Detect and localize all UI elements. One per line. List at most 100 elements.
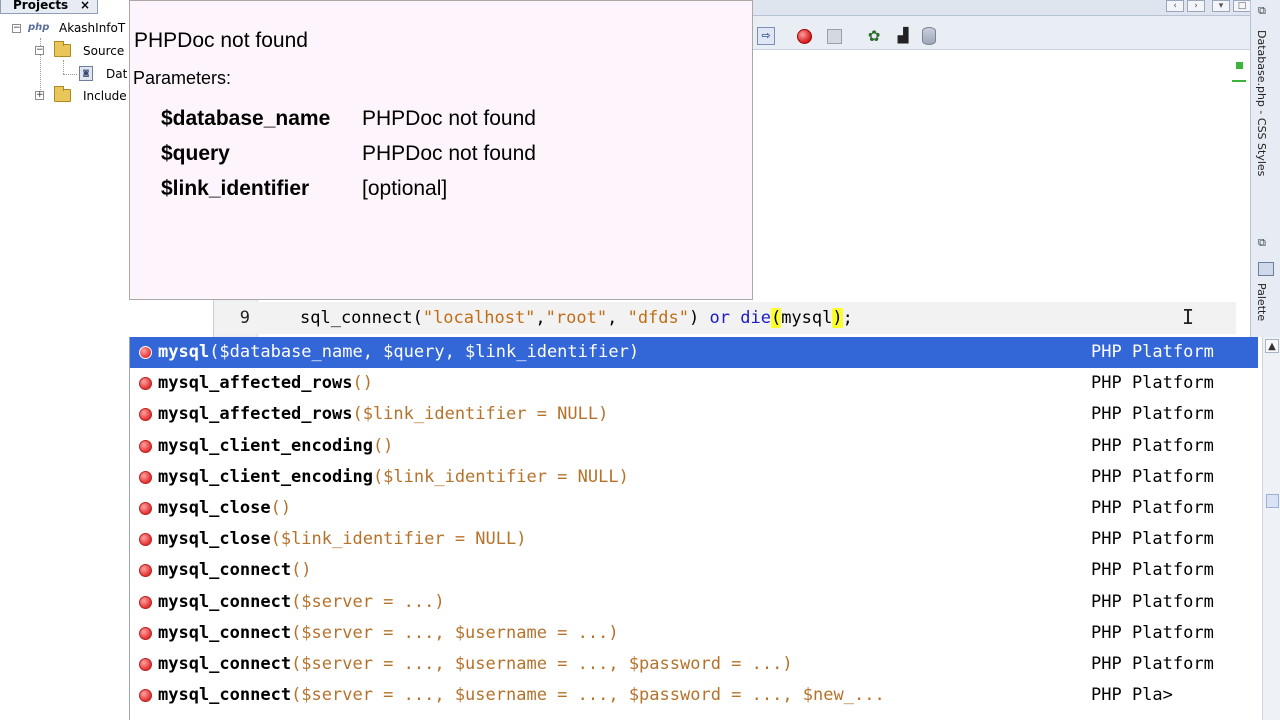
bracket-match: ( bbox=[770, 308, 782, 328]
completion-signature: mysql_close() bbox=[158, 493, 291, 524]
completion-params: ($link_identifier = NULL) bbox=[352, 404, 609, 425]
param-name: $database_name bbox=[161, 107, 331, 130]
completion-item[interactable]: mysql_connect($server = ..., $username =… bbox=[130, 649, 1258, 680]
tree-line bbox=[63, 60, 64, 74]
pixel-icon[interactable]: ▟ bbox=[894, 27, 912, 45]
completion-item[interactable]: mysql_client_encoding() PHP Platform bbox=[130, 431, 1258, 462]
completion-function-name: mysql_connect bbox=[158, 654, 292, 674]
completion-params: ($server = ..., $username = ...) bbox=[291, 622, 619, 643]
completion-item[interactable]: mysql($database_name, $query, $link_iden… bbox=[130, 337, 1258, 368]
error-stripe-marker[interactable] bbox=[1232, 80, 1246, 82]
completion-params: () bbox=[291, 560, 312, 581]
completion-signature: mysql_close($link_identifier = NULL) bbox=[158, 524, 526, 555]
completion-function-name: mysql_client_encoding bbox=[158, 435, 373, 456]
completion-item[interactable]: mysql_affected_rows() PHP Platform bbox=[130, 368, 1258, 399]
code-token: ) bbox=[689, 308, 710, 328]
tab-list-icon[interactable]: ▾ bbox=[1212, 0, 1230, 12]
completion-signature: mysql_connect($server = ..., $username =… bbox=[158, 649, 793, 680]
scroll-right-icon[interactable]: › bbox=[1187, 0, 1205, 12]
completion-signature: mysql_connect() bbox=[158, 555, 312, 586]
maximize-icon[interactable]: □ bbox=[1233, 0, 1251, 12]
code-token: , bbox=[535, 308, 546, 328]
tree-item-label: Dat bbox=[106, 67, 128, 81]
param-name: $query bbox=[161, 142, 230, 165]
projects-tab[interactable]: Projects × bbox=[0, 0, 98, 14]
function-icon bbox=[139, 377, 152, 391]
record-icon[interactable] bbox=[797, 29, 812, 44]
navigator-tab[interactable]: Database.php - CSS Styles bbox=[1255, 30, 1268, 176]
doc-title: PHPDoc not found bbox=[134, 29, 308, 52]
completion-item[interactable]: mysql_connect() PHP Platform bbox=[130, 555, 1258, 586]
code-keyword: or bbox=[709, 308, 730, 328]
completion-params: ($server = ..., $username = ..., $passwo… bbox=[291, 685, 885, 706]
completion-item[interactable]: mysql_affected_rows($link_identifier = N… bbox=[130, 399, 1258, 430]
function-icon bbox=[139, 408, 152, 422]
completion-function-name: mysql bbox=[158, 342, 210, 362]
function-icon bbox=[139, 658, 152, 671]
code-token: , bbox=[607, 308, 628, 328]
collapse-icon[interactable]: − bbox=[12, 24, 21, 33]
tree-item-label: AkashInfoT bbox=[59, 21, 126, 35]
window-icon[interactable]: ⧉ bbox=[1258, 4, 1274, 18]
tree-item-file[interactable]: Dat bbox=[106, 65, 127, 85]
code-keyword: die bbox=[740, 308, 771, 328]
tools-icon[interactable]: ✿ bbox=[865, 27, 883, 45]
completion-source: PHP Platform bbox=[1091, 560, 1214, 581]
completion-function-name: mysql_connect bbox=[158, 685, 292, 706]
code-string: "localhost" bbox=[422, 308, 536, 328]
completion-signature: mysql_affected_rows($link_identifier = N… bbox=[158, 399, 608, 430]
completion-source: PHP Platform bbox=[1091, 498, 1214, 518]
tree-line bbox=[63, 74, 77, 75]
completion-source: PHP Platform bbox=[1091, 373, 1214, 394]
navigator-tab-label: Database.php - CSS Styles bbox=[1255, 30, 1268, 177]
code-token: sql_connect( bbox=[300, 308, 423, 328]
window-icon[interactable]: ⧉ bbox=[1258, 236, 1274, 250]
scrollbar-thumb[interactable] bbox=[1266, 494, 1279, 508]
completion-source: PHP Platform bbox=[1091, 622, 1214, 643]
completion-signature: mysql_client_encoding($link_identifier =… bbox=[158, 462, 629, 493]
palette-tab[interactable]: Palette bbox=[1255, 283, 1268, 321]
tree-item-label: Source bbox=[83, 44, 125, 58]
completion-item[interactable]: mysql_connect($server = ..., $username =… bbox=[130, 680, 1258, 711]
close-icon[interactable]: × bbox=[80, 0, 90, 11]
tree-item-source[interactable]: Source bbox=[83, 42, 124, 62]
php-project-icon: php bbox=[28, 22, 50, 33]
param-desc: [optional] bbox=[362, 177, 448, 200]
completion-params: () bbox=[352, 373, 373, 394]
completion-item[interactable]: mysql_close($link_identifier = NULL) PHP … bbox=[130, 524, 1258, 555]
run-file-icon[interactable]: ⇨ bbox=[757, 27, 775, 45]
palette-tab-label: Palette bbox=[1255, 283, 1268, 322]
completion-params: ($server = ..., $username = ..., $passwo… bbox=[291, 654, 793, 674]
tree-item-include[interactable]: Include bbox=[83, 87, 127, 107]
completion-item[interactable]: mysql_close() PHP Platform bbox=[130, 493, 1258, 524]
completion-item[interactable]: mysql_connect($server = ..., $username =… bbox=[130, 618, 1258, 649]
collapse-icon[interactable]: − bbox=[35, 46, 44, 55]
completion-source: PHP Platform bbox=[1091, 654, 1214, 674]
completion-source: PHP Platform bbox=[1091, 591, 1214, 612]
completion-signature: mysql_affected_rows() bbox=[158, 368, 373, 399]
tree-item-project[interactable]: AkashInfoT bbox=[59, 19, 125, 39]
param-desc: PHPDoc not found bbox=[362, 107, 536, 130]
scroll-up-icon[interactable]: ▲ bbox=[1265, 339, 1279, 353]
code-line[interactable]: sql_connect("localhost","root", "dfds") … bbox=[300, 302, 853, 334]
folder-icon bbox=[54, 41, 71, 57]
completion-signature: mysql($database_name, $query, $link_iden… bbox=[158, 337, 639, 368]
completion-params: ($link_identifier = NULL) bbox=[372, 466, 629, 487]
completion-function-name: mysql_connect bbox=[158, 560, 292, 581]
database-icon[interactable] bbox=[922, 27, 936, 45]
completion-item[interactable]: mysql_client_encoding($link_identifier =… bbox=[130, 462, 1258, 493]
completion-scrollbar[interactable]: ▲ bbox=[1262, 337, 1280, 720]
completion-function-name: mysql_close bbox=[158, 498, 271, 518]
completion-signature: mysql_connect($server = ..., $username =… bbox=[158, 618, 619, 649]
completion-params: ($link_identifier = NULL) bbox=[270, 529, 527, 550]
scroll-left-icon[interactable]: ‹ bbox=[1166, 0, 1184, 12]
completion-function-name: mysql_affected_rows bbox=[158, 404, 353, 425]
error-stripe-ok-icon bbox=[1236, 62, 1243, 69]
code-completion-list[interactable]: mysql($database_name, $query, $link_iden… bbox=[129, 337, 1280, 720]
stop-icon[interactable] bbox=[827, 29, 842, 44]
expand-icon[interactable]: + bbox=[35, 91, 44, 100]
projects-tab-label: Projects bbox=[13, 0, 69, 12]
completion-item[interactable]: mysql_connect($server = ...) PHP Platform bbox=[130, 587, 1258, 618]
completion-source: PHP Platform bbox=[1091, 529, 1214, 550]
